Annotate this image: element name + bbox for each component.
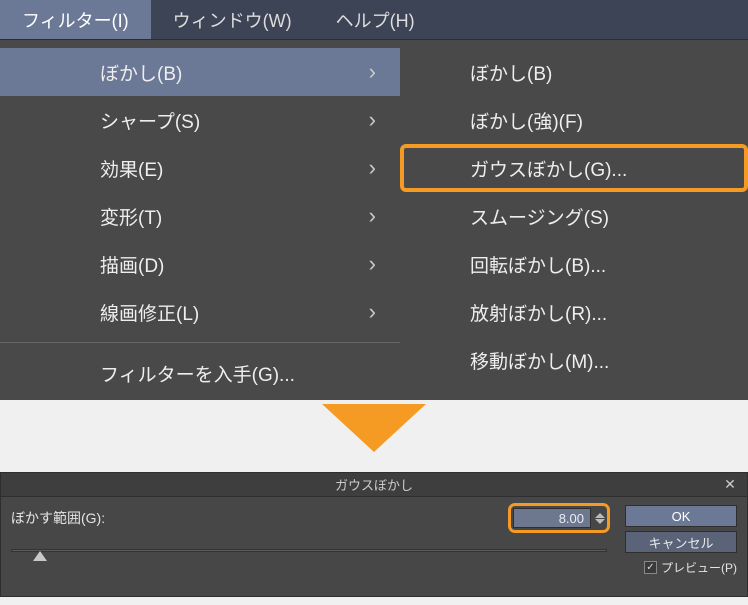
chevron-right-icon: › [369,299,376,325]
menu-item-sharp[interactable]: シャープ(S) › [0,96,400,144]
chevron-right-icon: › [369,155,376,181]
submenu-item-blur[interactable]: ぼかし(B) [400,48,748,96]
dialog-left: ぼかす範囲(G): [11,505,607,563]
param-label: ぼかす範囲(G): [11,508,511,528]
slider-track [11,549,607,552]
submenu-item-rotational[interactable]: 回転ぼかし(B)... [400,240,748,288]
dropdown-menus: ぼかし(B) › シャープ(S) › 効果(E) › 変形(T) › 描画(D)… [0,40,748,400]
flow-arrow-wrap [0,400,748,472]
menu-item-lineart[interactable]: 線画修正(L) › [0,288,400,336]
dialog-titlebar: ガウスぼかし ✕ [1,473,747,497]
preview-checkbox[interactable]: ✓ [644,561,657,574]
spinner [595,513,605,524]
blur-submenu: ぼかし(B) ぼかし(強)(F) ガウスぼかし(G)... スムージング(S) … [400,40,748,400]
submenu-item-gaussian[interactable]: ガウスぼかし(G)... [400,144,748,192]
menu-item-label: フィルターを入手(G)... [100,360,376,387]
menubar-item-help[interactable]: ヘルプ(H) [314,0,437,39]
chevron-right-icon: › [369,251,376,277]
menu-item-transform[interactable]: 変形(T) › [0,192,400,240]
spinner-up-icon[interactable] [595,513,605,518]
dialog-body: ぼかす範囲(G): OK キャンセル ✓ プレビュー(P) [1,497,747,596]
chevron-right-icon: › [369,203,376,229]
param-row: ぼかす範囲(G): [11,505,607,531]
preview-label: プレビュー(P) [661,559,737,576]
menu-item-label: 変形(T) [100,203,369,230]
arrow-down-icon [322,404,426,452]
menu-item-label: ぼかし(B) [100,59,369,86]
chevron-right-icon: › [369,107,376,133]
cancel-button[interactable]: キャンセル [625,531,737,553]
submenu-item-blur-strong[interactable]: ぼかし(強)(F) [400,96,748,144]
dialog-right: OK キャンセル ✓ プレビュー(P) [625,505,737,576]
menubar-item-filter[interactable]: フィルター(I) [0,0,151,39]
slider-thumb-icon[interactable] [33,551,47,561]
menubar-item-window[interactable]: ウィンドウ(W) [151,0,314,39]
blur-radius-input[interactable] [513,508,591,528]
preview-row: ✓ プレビュー(P) [625,559,737,576]
submenu-item-motion[interactable]: 移動ぼかし(M)... [400,336,748,384]
menu-item-effect[interactable]: 効果(E) › [0,144,400,192]
submenu-item-radial[interactable]: 放射ぼかし(R)... [400,288,748,336]
chevron-right-icon: › [369,59,376,85]
submenu-item-smoothing[interactable]: スムージング(S) [400,192,748,240]
menubar: フィルター(I) ウィンドウ(W) ヘルプ(H) [0,0,748,40]
filter-menu: ぼかし(B) › シャープ(S) › 効果(E) › 変形(T) › 描画(D)… [0,40,400,400]
menu-item-label: 効果(E) [100,155,369,182]
menu-item-label: シャープ(S) [100,107,369,134]
blur-radius-slider[interactable] [11,541,607,563]
gaussian-blur-dialog: ガウスぼかし ✕ ぼかす範囲(G): OK キャンセル [0,472,748,597]
menu-item-label: 描画(D) [100,251,369,278]
spinner-down-icon[interactable] [595,519,605,524]
menu-item-getfilters[interactable]: フィルターを入手(G)... [0,349,400,397]
close-icon[interactable]: ✕ [721,475,739,493]
menu-item-blur[interactable]: ぼかし(B) › [0,48,400,96]
ok-button[interactable]: OK [625,505,737,527]
menu-item-label: 線画修正(L) [100,299,369,326]
menu-item-draw[interactable]: 描画(D) › [0,240,400,288]
dialog-title: ガウスぼかし [335,475,413,494]
menu-divider [0,342,400,343]
param-input-highlight [511,506,607,530]
